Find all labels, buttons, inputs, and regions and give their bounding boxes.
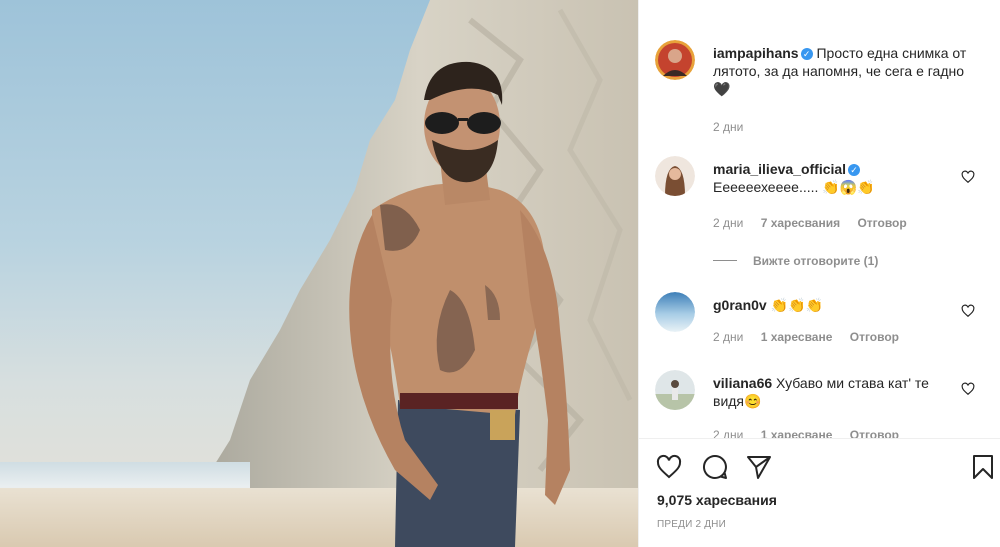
comment-age: 2 дни — [713, 330, 744, 344]
comment-username[interactable]: viliana66 — [713, 375, 772, 391]
commenter-avatar[interactable] — [655, 292, 695, 332]
comment-age: 2 дни — [713, 216, 744, 230]
heart-icon[interactable] — [655, 453, 683, 481]
likes-count[interactable]: 9,075 харесвания — [657, 492, 777, 508]
comment-age: 2 дни — [713, 428, 744, 438]
view-replies-button[interactable]: Вижте отговорите (1) — [713, 254, 878, 268]
comment-item: viliana66 Хубаво ми става кат' те видя😊 … — [655, 370, 985, 438]
comment-likes[interactable]: 7 харесвания — [761, 216, 840, 230]
share-icon[interactable] — [745, 453, 773, 481]
comment-item: g0ran0v 👏👏👏 2 дни 1 харесване Отговор — [655, 292, 985, 362]
post-actions: 9,075 харесвания ПРЕДИ 2 ДНИ — [639, 438, 1000, 547]
comment-text: Еееееехееее..... 👏😱👏 — [713, 179, 875, 195]
post-caption: iampapihans ✓ Просто една снимка от лятот… — [655, 40, 985, 140]
comment-item: maria_ilieva_official ✓ Еееееехееее..... … — [655, 156, 985, 276]
comment-username[interactable]: maria_ilieva_official — [713, 161, 846, 177]
replies-divider — [713, 260, 737, 261]
commenter-avatar[interactable] — [655, 370, 695, 410]
comment-icon[interactable] — [701, 453, 729, 481]
caption-age: 2 дни — [713, 120, 744, 134]
comment-like-icon[interactable] — [961, 170, 975, 184]
comment-text: 👏👏👏 — [770, 297, 823, 313]
comments-list: iampapihans ✓ Просто една снимка от лятот… — [639, 0, 1000, 438]
verified-badge-icon: ✓ — [800, 48, 813, 60]
reply-button[interactable]: Отговор — [850, 428, 899, 438]
author-avatar[interactable] — [655, 40, 695, 80]
comment-likes[interactable]: 1 харесване — [761, 330, 833, 344]
verified-badge-icon: ✓ — [848, 164, 861, 176]
bookmark-icon[interactable] — [969, 453, 997, 481]
man-figure — [349, 61, 570, 547]
comment-likes[interactable]: 1 харесване — [761, 428, 833, 438]
post-photo[interactable] — [0, 0, 638, 547]
reply-button[interactable]: Отговор — [850, 330, 899, 344]
author-username[interactable]: iampapihans — [713, 45, 799, 61]
reply-button[interactable]: Отговор — [857, 216, 906, 230]
post-sidebar: iampapihans ✓ Просто една снимка от лятот… — [638, 0, 1000, 547]
comment-like-icon[interactable] — [961, 382, 975, 396]
comment-username[interactable]: g0ran0v — [713, 297, 767, 313]
comment-like-icon[interactable] — [961, 304, 975, 318]
commenter-avatar[interactable] — [655, 156, 695, 196]
post-timestamp: ПРЕДИ 2 ДНИ — [657, 519, 726, 530]
